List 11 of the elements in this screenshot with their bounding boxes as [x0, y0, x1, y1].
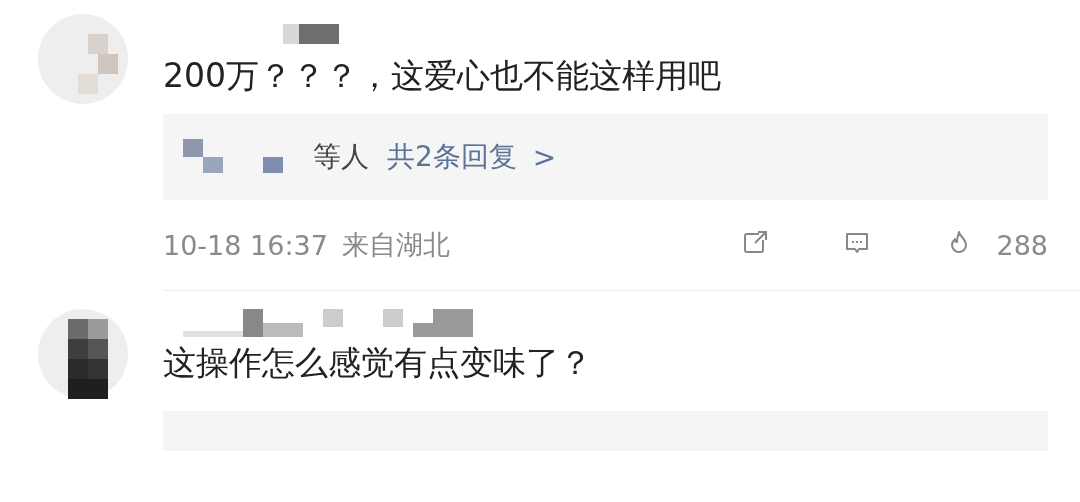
comment-text: 这操作怎么感觉有点变味了？ [163, 342, 593, 384]
reply-names: 等人 [313, 139, 369, 175]
reply-preview-bar[interactable]: 等人 共2条回复 > [163, 114, 1048, 200]
comment-text: 200万？？？，这爱心也不能这样用吧 [163, 55, 722, 97]
avatar-drawing[interactable] [38, 309, 128, 399]
comment-time: 10-18 16:37 [163, 229, 328, 261]
comment-location: 来自湖北 [341, 228, 450, 262]
reply-count-link[interactable]: 共2条回复 [387, 138, 517, 176]
like-count: 288 [996, 229, 1048, 261]
chevron-icon[interactable]: > [532, 140, 557, 174]
redacted-username-drawing [283, 24, 339, 44]
